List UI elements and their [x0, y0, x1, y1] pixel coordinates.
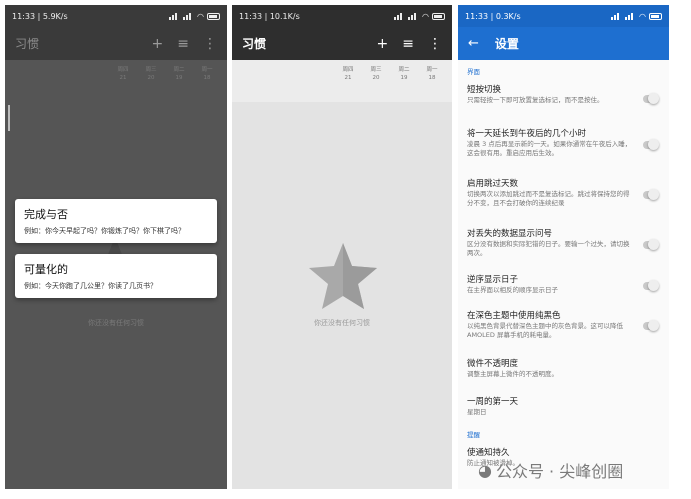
- status-time: 11:33 | 5.9K/s: [12, 11, 68, 21]
- battery-icon: [432, 12, 445, 20]
- battery-icon: [649, 12, 662, 20]
- setting-title: 微件不透明度: [467, 359, 519, 369]
- status-icons: ◠: [394, 12, 445, 21]
- day-column-header: 周二 19: [173, 67, 185, 81]
- empty-state-text: 你还没有任何习惯: [88, 319, 144, 327]
- setting-extend-day[interactable]: 将一天延长到午夜后的几个小时 凌晨 3 点后再显示新的一天。如果你通常在午夜后入…: [458, 125, 669, 175]
- setting-description: 调整主屏幕上微件的不透明度。: [467, 370, 558, 378]
- signal-icon: [394, 12, 405, 20]
- setting-pure-black[interactable]: 在深色主题中使用纯黑色 以纯黑色背景代替深色主题中的灰色背景。这可以降低 AMO…: [458, 307, 669, 355]
- setting-title: 对丢失的数据显示问号: [467, 229, 553, 239]
- app-bar: 习惯 + ≡ ⋮: [232, 27, 452, 60]
- habit-type-option-measurable[interactable]: 可量化的 例如：今天你跑了几公里？你读了几页书？: [15, 254, 217, 298]
- setting-description: 区分没有数据和实际犯错的日子。要输一个过失，请切换两次。: [467, 240, 630, 257]
- setting-title: 将一天延长到午夜后的几个小时: [467, 129, 587, 139]
- toggle-switch[interactable]: [643, 189, 659, 200]
- option-title: 可量化的: [24, 263, 68, 276]
- app-title: 习惯: [15, 37, 40, 51]
- option-title: 完成与否: [24, 208, 68, 221]
- filter-icon[interactable]: ≡: [402, 36, 414, 52]
- setting-question-marks[interactable]: 对丢失的数据显示问号 区分没有数据和实际犯错的日子。要输一个过失，请切换两次。: [458, 225, 669, 271]
- signal-icon: [625, 12, 636, 20]
- setting-title: 一周的第一天: [467, 397, 519, 407]
- setting-first-day-of-week[interactable]: 一周的第一天 星期日: [458, 393, 669, 423]
- day-column-header: 周三 20: [145, 67, 157, 81]
- app-title: 设置: [494, 37, 519, 51]
- phone-screen-habits: 11:33 | 10.1K/s ◠ 习惯 + ≡ ⋮ 周四 21 周三 20 周二 1…: [232, 5, 452, 489]
- battery-icon: [207, 12, 220, 20]
- setting-description: 在主界面以相反的顺序显示日子: [467, 286, 558, 294]
- status-time: 11:33 | 0.3K/s: [465, 11, 521, 21]
- setting-description: 只需轻按一下即可放置复选标记，而不是按住。: [467, 96, 604, 104]
- add-icon[interactable]: +: [377, 36, 389, 52]
- empty-state-text: 你还没有任何习惯: [314, 319, 370, 327]
- setting-title: 启用跳过天数: [467, 179, 519, 189]
- signal-icon: [169, 12, 180, 20]
- app-bar: ← 设置: [458, 27, 669, 60]
- status-bar: 11:33 | 5.9K/s ◠: [5, 5, 227, 27]
- section-header-reminder: 提醒: [467, 431, 480, 439]
- status-icons: ◠: [169, 12, 220, 21]
- status-bar: 11:33 | 0.3K/s ◠: [458, 5, 669, 27]
- watermark: ◕ 公众号 · 尖峰创圈: [478, 458, 623, 482]
- setting-short-press-toggle[interactable]: 短按切换 只需轻按一下即可放置复选标记，而不是按住。: [458, 81, 669, 125]
- scroll-indicator: [8, 105, 10, 131]
- phone-screen-habits-dimmed: 11:33 | 5.9K/s ◠ 习惯 + ≡ ⋮ 周四 21 周三 20 周二 19…: [5, 5, 227, 489]
- app-bar: 习惯 + ≡ ⋮: [5, 27, 227, 60]
- habit-type-option-yes-no[interactable]: 完成与否 例如：你今天早起了吗？你锻炼了吗？你下棋了吗？: [15, 199, 217, 243]
- day-column-header: 周四 21: [342, 67, 354, 81]
- add-icon[interactable]: +: [152, 36, 164, 52]
- back-arrow-icon[interactable]: ←: [468, 36, 479, 51]
- day-column-header: 周二 19: [398, 67, 410, 81]
- toggle-switch[interactable]: [643, 320, 659, 331]
- day-header: 周四 21 周三 20 周二 19 周一 18: [232, 60, 452, 102]
- setting-title: 逆序显示日子: [467, 275, 519, 285]
- status-bar: 11:33 | 10.1K/s ◠: [232, 5, 452, 27]
- signal-icon: [611, 12, 622, 20]
- day-header: 周四 21 周三 20 周二 19 周一 18: [5, 60, 227, 102]
- wifi-icon: ◠: [639, 11, 646, 21]
- toggle-switch[interactable]: [643, 280, 659, 291]
- setting-description: 凌晨 3 点后再显示新的一天。如果你通常在午夜后入睡，这会很有用。重启应用后生效…: [467, 140, 632, 157]
- day-column-header: 周一 18: [201, 67, 213, 81]
- status-icons: ◠: [611, 12, 662, 21]
- phone-screen-settings: 11:33 | 0.3K/s ◠ ← 设置 界面 短按切换 只需轻按一下即可放置…: [458, 5, 669, 489]
- setting-title: 短按切换: [467, 85, 502, 95]
- signal-icon: [183, 12, 194, 20]
- setting-enable-skip-days[interactable]: 启用跳过天数 切换两次以添加跳过而不是复选标记。跳过将保持您的得分不变，且不会打…: [458, 175, 669, 225]
- day-column-header: 周四 21: [117, 67, 129, 81]
- setting-title: 在深色主题中使用纯黑色: [467, 311, 561, 321]
- day-column-header: 周一 18: [426, 67, 438, 81]
- option-description: 例如：今天你跑了几公里？你读了几页书？: [24, 282, 157, 290]
- toggle-switch[interactable]: [643, 93, 659, 104]
- filter-icon[interactable]: ≡: [177, 36, 189, 52]
- toggle-switch[interactable]: [643, 239, 659, 250]
- setting-description: 以纯黑色背景代替深色主题中的灰色背景。这可以降低 AMOLED 屏幕手机的耗电量…: [467, 322, 623, 339]
- option-description: 例如：你今天早起了吗？你锻炼了吗？你下棋了吗？: [24, 227, 185, 235]
- more-vert-icon[interactable]: ⋮: [203, 36, 217, 52]
- wifi-icon: ◠: [422, 11, 429, 21]
- setting-description: 星期日: [467, 408, 487, 416]
- setting-reverse-days[interactable]: 逆序显示日子 在主界面以相反的顺序显示日子: [458, 271, 669, 307]
- watermark-text: 公众号 · 尖峰创圈: [495, 462, 624, 481]
- empty-habits-icon: [309, 243, 377, 309]
- day-column-header: 周三 20: [370, 67, 382, 81]
- signal-icon: [408, 12, 419, 20]
- setting-widget-opacity[interactable]: 微件不透明度 调整主屏幕上微件的不透明度。: [458, 355, 669, 393]
- app-title: 习惯: [242, 37, 267, 51]
- status-time: 11:33 | 10.1K/s: [239, 11, 300, 21]
- setting-description: 切换两次以添加跳过而不是复选标记。跳过将保持您的得分不变，且不会打破你的连续纪录: [467, 190, 630, 207]
- wechat-icon: ◕: [478, 460, 492, 480]
- wifi-icon: ◠: [197, 11, 204, 21]
- section-header-interface: 界面: [467, 68, 480, 76]
- toggle-switch[interactable]: [643, 139, 659, 150]
- more-vert-icon[interactable]: ⋮: [428, 36, 442, 52]
